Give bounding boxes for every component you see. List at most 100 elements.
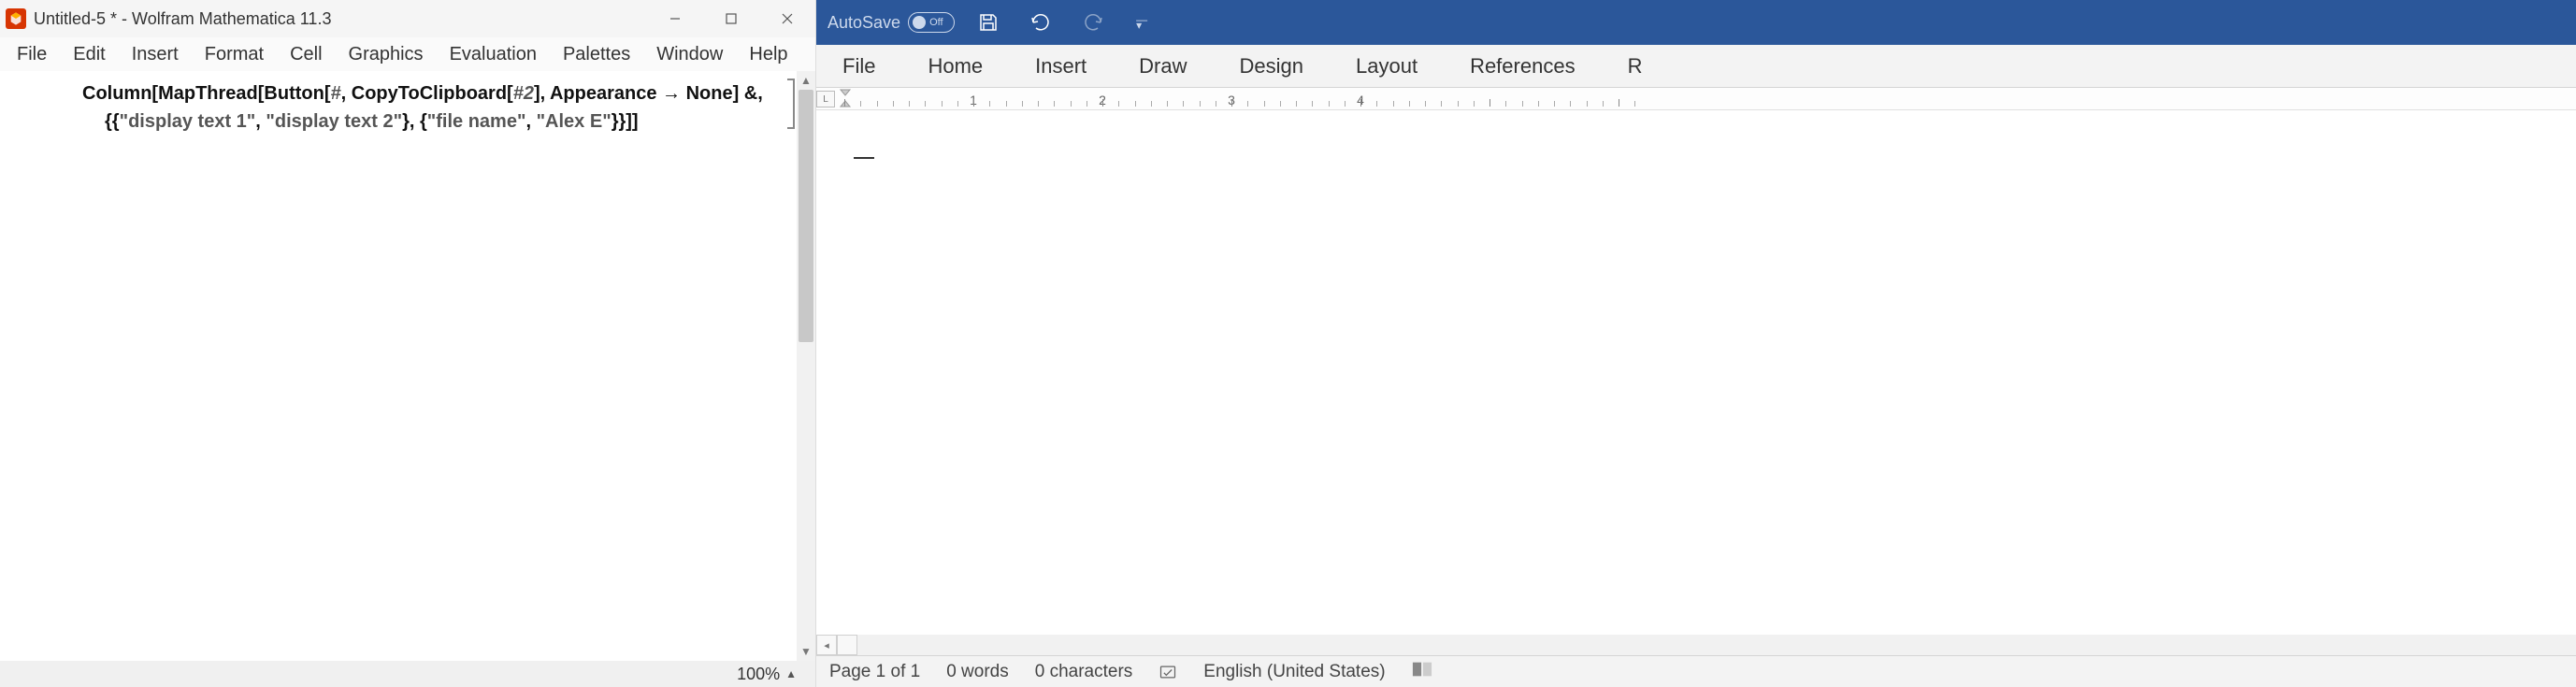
ruler-tick [1393, 101, 1394, 107]
code-t: ], Appearance → None] &, [534, 83, 763, 104]
ruler-tick [1247, 101, 1248, 107]
autosave-control[interactable]: AutoSave Off [827, 12, 955, 33]
menu-format[interactable]: Format [192, 38, 277, 71]
qat-customize-icon[interactable]: —▾ [1136, 17, 1147, 28]
code-t: , [255, 111, 266, 132]
code-t: }, { [402, 111, 427, 132]
undo-button[interactable] [1022, 4, 1059, 41]
menu-insert[interactable]: Insert [119, 38, 192, 71]
tab-partial[interactable]: R [1602, 45, 1669, 87]
save-button[interactable] [970, 4, 1007, 41]
status-language[interactable]: English (United States) [1203, 662, 1385, 682]
horizontal-ruler[interactable]: L 1 2 3 4 [816, 88, 2576, 110]
code-t: , [525, 111, 536, 132]
ruler-tick [1054, 101, 1055, 107]
ruler-tick [1489, 99, 1490, 107]
code-str4: "Alex E" [537, 111, 612, 132]
tab-file[interactable]: File [816, 45, 901, 87]
ruler-tick [1425, 101, 1426, 107]
status-page[interactable]: Page 1 of 1 [829, 662, 920, 682]
scroll-track[interactable] [797, 90, 815, 642]
close-button[interactable] [759, 0, 815, 37]
mathematica-titlebar: Untitled-5 * - Wolfram Mathematica 11.3 [0, 0, 815, 37]
vertical-scrollbar[interactable]: ▲ ▼ [797, 71, 815, 661]
ruler-marks: 1 2 3 4 [844, 88, 2576, 109]
code-cell[interactable]: Column[MapThread[Button[#, CopyToClipboa… [0, 71, 797, 661]
tab-draw[interactable]: Draw [1113, 45, 1213, 87]
ruler-tick [844, 99, 845, 107]
code-t: {{ [105, 111, 120, 132]
document-area[interactable] [816, 110, 2576, 635]
ruler-tick [1360, 99, 1361, 107]
menu-palettes[interactable]: Palettes [550, 38, 643, 71]
tab-layout[interactable]: Layout [1330, 45, 1444, 87]
ruler-tick [1570, 101, 1571, 107]
mathematica-statusbar: 100% ▲ [0, 661, 815, 687]
menu-evaluation[interactable]: Evaluation [437, 38, 550, 71]
menu-edit[interactable]: Edit [60, 38, 118, 71]
menu-help[interactable]: Help [736, 38, 800, 71]
scroll-up-arrow[interactable]: ▲ [797, 71, 815, 90]
zoom-level[interactable]: 100% [737, 665, 780, 684]
ruler-tick [1603, 101, 1604, 107]
ribbon-tabs: File Home Insert Draw Design Layout Refe… [816, 45, 2576, 88]
ruler-tick [1118, 101, 1119, 107]
tab-design[interactable]: Design [1214, 45, 1330, 87]
tab-selector[interactable]: L [816, 91, 835, 107]
ruler-tick [1376, 101, 1377, 107]
scroll-down-arrow[interactable]: ▼ [797, 642, 815, 661]
ruler-tick [893, 101, 894, 107]
cell-bracket[interactable] [787, 79, 795, 129]
ruler-tick [1006, 101, 1007, 107]
status-words[interactable]: 0 words [946, 662, 1009, 682]
redo-button[interactable] [1074, 4, 1112, 41]
horizontal-scrollbar[interactable]: ◂ [816, 635, 2576, 655]
ruler-tick [1296, 101, 1297, 107]
ruler-tick [1441, 101, 1442, 107]
hscroll-track[interactable] [857, 635, 2576, 655]
notebook-body: Column[MapThread[Button[#, CopyToClipboa… [0, 71, 815, 661]
ruler-tick [860, 101, 861, 107]
ruler-tick [1135, 101, 1136, 107]
autosave-toggle[interactable]: Off [908, 12, 955, 33]
ruler-tick [957, 101, 958, 107]
word-window: AutoSave Off —▾ File Home Insert Draw De… [816, 0, 2576, 687]
hscroll-left-button[interactable]: ◂ [816, 635, 837, 655]
code-slot2: #2 [513, 83, 534, 104]
hscroll-thumb[interactable] [837, 635, 857, 655]
menu-cell[interactable]: Cell [277, 38, 335, 71]
ruler-tick [1329, 101, 1330, 107]
tab-references[interactable]: References [1444, 45, 1602, 87]
read-mode-button[interactable] [1412, 661, 1432, 683]
zoom-dropdown-icon[interactable]: ▲ [785, 667, 797, 680]
mathematica-title: Untitled-5 * - Wolfram Mathematica 11.3 [34, 9, 647, 29]
ruler-tick [1505, 101, 1506, 107]
tab-insert[interactable]: Insert [1009, 45, 1113, 87]
ruler-tick [1587, 101, 1588, 107]
window-controls [647, 0, 815, 37]
autosave-label: AutoSave [827, 13, 900, 33]
ruler-tick [1312, 101, 1313, 107]
view-buttons [1412, 661, 1432, 683]
ruler-tick [877, 101, 878, 107]
ruler-tick [1634, 101, 1635, 107]
word-titlebar: AutoSave Off —▾ [816, 0, 2576, 45]
ruler-tick [909, 101, 910, 107]
minimize-button[interactable] [647, 0, 703, 37]
menu-window[interactable]: Window [643, 38, 736, 71]
tab-home[interactable]: Home [901, 45, 1009, 87]
ruler-tick [973, 99, 974, 107]
ruler-tick [1264, 101, 1265, 107]
status-chars[interactable]: 0 characters [1035, 662, 1133, 682]
scroll-thumb[interactable] [799, 90, 813, 342]
word-statusbar: Page 1 of 1 0 words 0 characters English… [816, 655, 2576, 687]
menu-file[interactable]: File [4, 38, 60, 71]
maximize-button[interactable] [703, 0, 759, 37]
ruler-tick [942, 101, 943, 107]
spellcheck-icon[interactable] [1158, 663, 1177, 681]
menu-graphics[interactable]: Graphics [336, 38, 437, 71]
ruler-tick [1345, 101, 1346, 107]
ruler-tick [1038, 101, 1039, 107]
code-t: }}]] [612, 111, 639, 132]
autosave-state: Off [929, 17, 943, 28]
